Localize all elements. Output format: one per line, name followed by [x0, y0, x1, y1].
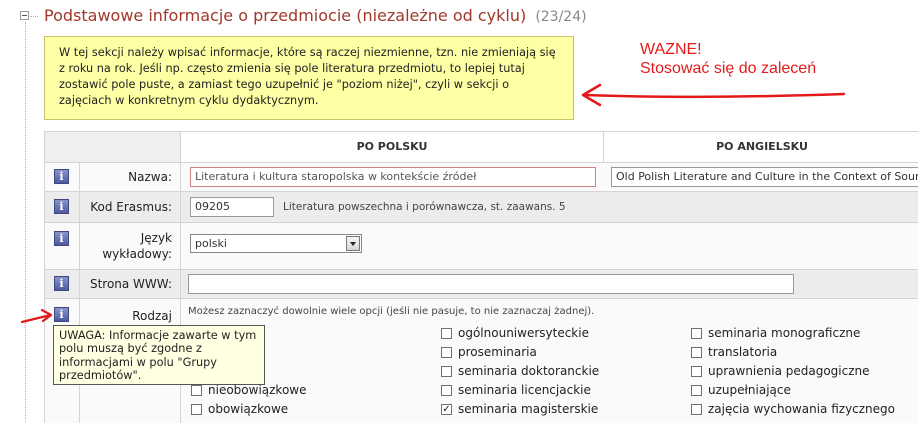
type-option-label[interactable]: nieobowiązkowe — [208, 383, 306, 397]
language-label: Język wykładowy: — [102, 230, 172, 262]
red-pointer-arrow-icon — [20, 308, 53, 324]
info-cell: i — [45, 163, 80, 191]
language-selected-value: polski — [195, 237, 227, 250]
column-header-english: PO ANGIELSKU — [716, 140, 808, 153]
type-option-checkbox[interactable] — [691, 404, 702, 415]
type-option-label[interactable]: translatoria — [708, 345, 777, 359]
type-option-checkbox[interactable] — [441, 385, 452, 396]
info-icon[interactable]: i — [54, 231, 69, 246]
type-option-label[interactable]: uzupełniające — [708, 383, 791, 397]
type-option-label[interactable]: seminaria doktoranckie — [458, 364, 599, 378]
info-cell: i — [45, 270, 80, 298]
type-option-checkbox[interactable] — [441, 328, 452, 339]
info-cell: i — [45, 223, 80, 269]
type-option-label[interactable]: seminaria licencjackie — [458, 383, 591, 397]
erasmus-code-input[interactable]: 09205 — [190, 197, 274, 217]
label-cell: Kod Erasmus: — [80, 192, 181, 222]
tree-line — [25, 22, 26, 422]
type-option-label[interactable]: proseminaria — [458, 345, 537, 359]
column-header-polish: PO POLSKU — [181, 132, 604, 162]
type-option-label[interactable]: zajęcia wychowania fizycznego — [708, 402, 895, 416]
annotation-line-2: Stosować się do zaleceń — [640, 60, 817, 77]
annotation-line-1: WAZNE! — [640, 41, 702, 58]
label-cell: Strona WWW: — [80, 270, 181, 298]
type-option-checkbox[interactable] — [691, 366, 702, 377]
erasmus-hint: Literatura powszechna i porównawcza, st.… — [283, 201, 566, 213]
type-label: Rodzaj — [132, 309, 172, 323]
language-row: i Język wykładowy: polski — [45, 223, 918, 270]
section-count: (23/24) — [535, 9, 587, 25]
red-arrow-icon — [581, 83, 846, 107]
type-option-checkbox[interactable] — [191, 404, 202, 415]
type-option-checkbox[interactable] — [191, 385, 202, 396]
chevron-down-icon[interactable] — [346, 236, 360, 251]
info-cell: i — [45, 192, 80, 222]
tooltip-text: UWAGA: Informacje zawarte w tym polu mus… — [59, 329, 257, 383]
collapse-toggle-icon[interactable] — [20, 11, 29, 20]
type-option-label[interactable]: uprawnienia pedagogiczne — [708, 364, 870, 378]
www-label: Strona WWW: — [89, 277, 172, 291]
red-annotation: WAZNE! Stosować się do zaleceń — [640, 40, 816, 78]
type-hint: Możesz zaznaczyć dowolnie wiele opcji (j… — [188, 306, 595, 317]
instruction-box: W tej sekcji należy wpisać informacje, k… — [44, 36, 574, 120]
type-option-checkbox[interactable] — [441, 347, 452, 358]
language-label-line-1: Język — [140, 231, 172, 245]
type-option-checkbox[interactable] — [691, 385, 702, 396]
erasmus-label: Kod Erasmus: — [90, 200, 172, 214]
www-input[interactable] — [188, 274, 794, 294]
type-option-checkbox[interactable] — [691, 328, 702, 339]
name-label: Nazwa: — [128, 170, 172, 184]
name-en-input[interactable]: Old Polish Literature and Culture in the… — [611, 167, 918, 187]
type-option-label[interactable]: seminaria monograficzne — [708, 326, 860, 340]
label-cell: Nazwa: — [80, 163, 181, 191]
type-option-checkbox[interactable] — [441, 366, 452, 377]
www-row: i Strona WWW: — [45, 270, 918, 299]
type-option-checkbox[interactable]: ✓ — [441, 404, 452, 415]
section-title-text: Podstawowe informacje o przedmiocie (nie… — [44, 6, 527, 25]
type-option-label[interactable]: seminaria magisterskie — [458, 402, 598, 416]
language-label-line-2: wykładowy: — [102, 247, 172, 261]
info-icon[interactable]: i — [54, 199, 69, 214]
name-row: i Nazwa: Literatura i kultura staropolsk… — [45, 163, 918, 192]
info-icon[interactable]: i — [54, 307, 69, 322]
tree-connector — [30, 16, 38, 17]
info-icon[interactable]: i — [54, 276, 69, 291]
instruction-text: W tej sekcji należy wpisać informacje, k… — [59, 46, 556, 107]
info-icon[interactable]: i — [54, 169, 69, 184]
type-option-label[interactable]: obowiązkowe — [208, 402, 288, 416]
header-label-column — [45, 132, 181, 162]
section-title: Podstawowe informacje o przedmiocie (nie… — [44, 6, 587, 25]
label-cell: Język wykładowy: — [80, 223, 181, 269]
name-pl-input[interactable]: Literatura i kultura staropolska w konte… — [190, 167, 596, 187]
language-select[interactable]: polski — [190, 234, 362, 253]
form-header-row: PO POLSKU PO ANGIELSKU — [45, 132, 918, 163]
type-option-label[interactable]: ogólnouniwersyteckie — [458, 326, 589, 340]
type-option-checkbox[interactable] — [691, 347, 702, 358]
erasmus-row: i Kod Erasmus: 09205 Literatura powszech… — [45, 192, 918, 223]
warning-tooltip: UWAGA: Informacje zawarte w tym polu mus… — [53, 325, 265, 385]
